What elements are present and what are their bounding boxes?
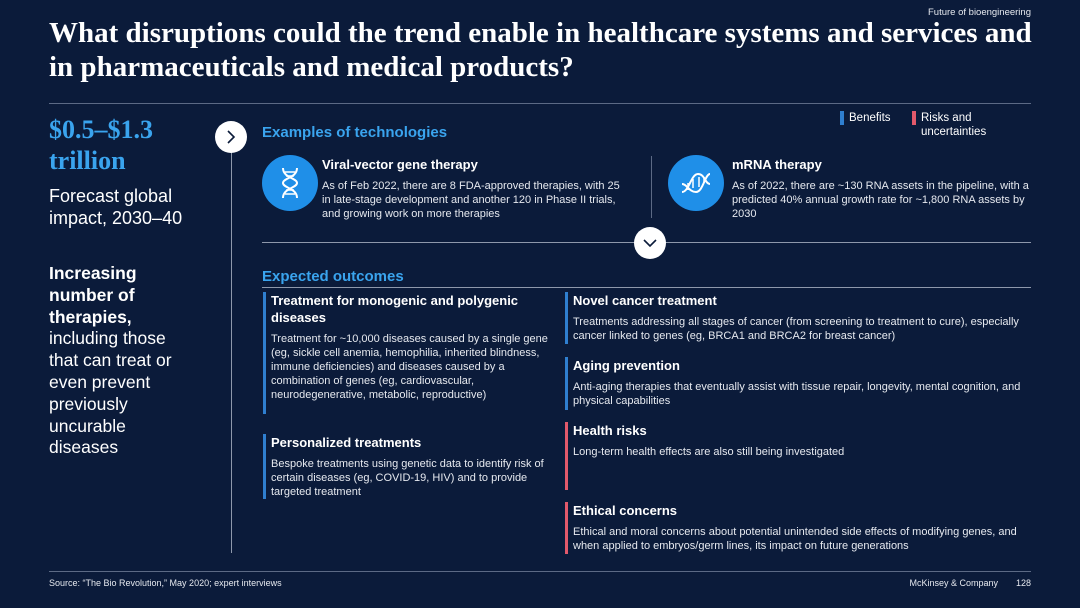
outcome-text: Long-term health effects are also still … <box>573 446 845 458</box>
benefit-bar <box>565 357 568 410</box>
column-divider <box>231 148 232 553</box>
outcome-title: Novel cancer treatment <box>573 293 717 308</box>
outcome-text: Bespoke treatments using genetic data to… <box>271 458 544 498</box>
tech-text-viral-vector: As of Feb 2022, there are 8 FDA-approved… <box>322 180 620 220</box>
outcome-ethical-concerns: Ethical concerns Ethical and moral conce… <box>565 502 1039 554</box>
outcome-text: Anti-aging therapies that eventually ass… <box>573 381 1021 407</box>
mrna-strand-icon <box>668 155 724 211</box>
outcome-title: Treatment for monogenic and polygenic di… <box>271 293 519 325</box>
outcome-aging-prevention: Aging prevention Anti-aging therapies th… <box>565 357 1039 410</box>
tech-divider <box>651 156 652 218</box>
page-number: 128 <box>1015 578 1031 588</box>
page-title: What disruptions could the trend enable … <box>49 17 1032 83</box>
legend-benefits-label: Benefits <box>849 112 891 124</box>
outcome-text: Ethical and moral concerns about potenti… <box>573 526 1017 552</box>
tech-title-mrna: mRNA therapy <box>732 157 822 172</box>
next-button[interactable] <box>215 121 247 153</box>
source-note: Source: “The Bio Revolution,” May 2020; … <box>49 578 282 588</box>
footer-divider <box>49 571 1031 572</box>
risks-swatch <box>912 111 916 125</box>
benefit-bar <box>565 292 568 344</box>
technologies-heading: Examples of technologies <box>262 124 448 141</box>
tech-title-viral-vector: Viral-vector gene therapy <box>322 157 478 172</box>
outcome-monogenic-polygenic: Treatment for monogenic and polygenic di… <box>263 292 551 414</box>
impact-value: $0.5–$1.3 trillion <box>49 115 153 175</box>
risk-bar <box>565 422 568 490</box>
outcomes-heading: Expected outcomes <box>262 268 404 285</box>
outcomes-divider <box>262 287 1031 288</box>
therapies-summary: Increasing number of therapies, includin… <box>49 263 189 459</box>
impact-label: Forecast global impact, 2030–40 <box>49 186 183 228</box>
outcome-health-risks: Health risks Long-term health effects ar… <box>565 422 1039 490</box>
legend-risks-label: Risks and uncertainties <box>921 112 987 138</box>
outcome-title: Personalized treatments <box>271 435 422 450</box>
benefit-bar <box>263 292 266 414</box>
dna-helix-icon <box>262 155 318 211</box>
risk-bar <box>565 502 568 554</box>
therapies-rest: including those that can treat or even p… <box>49 328 172 458</box>
outcome-novel-cancer: Novel cancer treatment Treatments addres… <box>565 292 1039 344</box>
benefits-swatch <box>840 111 844 125</box>
outcome-text: Treatments addressing all stages of canc… <box>573 316 1019 342</box>
outcome-title: Ethical concerns <box>573 503 678 518</box>
benefit-bar <box>263 434 266 499</box>
legend-risks: Risks and uncertainties <box>912 111 1022 139</box>
chevron-right-icon <box>227 130 236 144</box>
therapies-bold: Increasing number of therapies, <box>49 263 137 327</box>
expand-button[interactable] <box>634 227 666 259</box>
outcome-title: Health risks <box>573 423 647 438</box>
legend-benefits: Benefits <box>840 111 891 125</box>
title-divider <box>49 103 1031 104</box>
tech-text-mrna: As of 2022, there are ~130 RNA assets in… <box>732 180 1029 220</box>
outcome-personalized: Personalized treatments Bespoke treatmen… <box>263 434 551 499</box>
chevron-down-icon <box>643 239 657 248</box>
brand-name: McKinsey & Company <box>909 578 998 588</box>
outcome-title: Aging prevention <box>573 358 680 373</box>
outcome-text: Treatment for ~10,000 diseases caused by… <box>271 333 548 401</box>
